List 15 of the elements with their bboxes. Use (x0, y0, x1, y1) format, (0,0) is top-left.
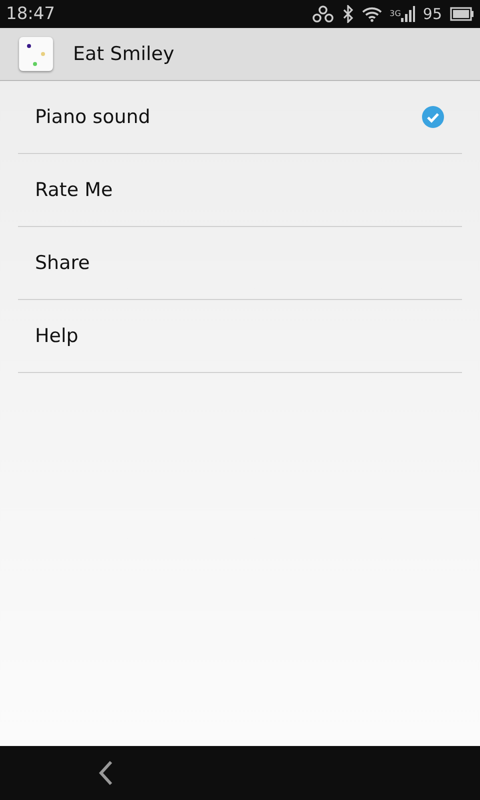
wifi-icon (362, 6, 382, 22)
battery-level: 95 (422, 5, 442, 23)
checkbox[interactable] (421, 105, 445, 129)
back-icon[interactable] (98, 760, 114, 786)
bluetooth-icon (342, 5, 354, 23)
settings-item[interactable]: Rate Me (18, 154, 462, 227)
app-icon (19, 37, 53, 71)
settings-item[interactable]: Piano sound (18, 81, 462, 154)
signal-icon (400, 6, 415, 22)
status-time: 18:47 (6, 4, 55, 24)
app-title: Eat Smiley (73, 43, 174, 65)
settings-item[interactable]: Share (18, 227, 462, 300)
battery-icon (450, 7, 474, 21)
network-type: 3G (390, 9, 401, 18)
settings-item[interactable]: Help (18, 300, 462, 373)
